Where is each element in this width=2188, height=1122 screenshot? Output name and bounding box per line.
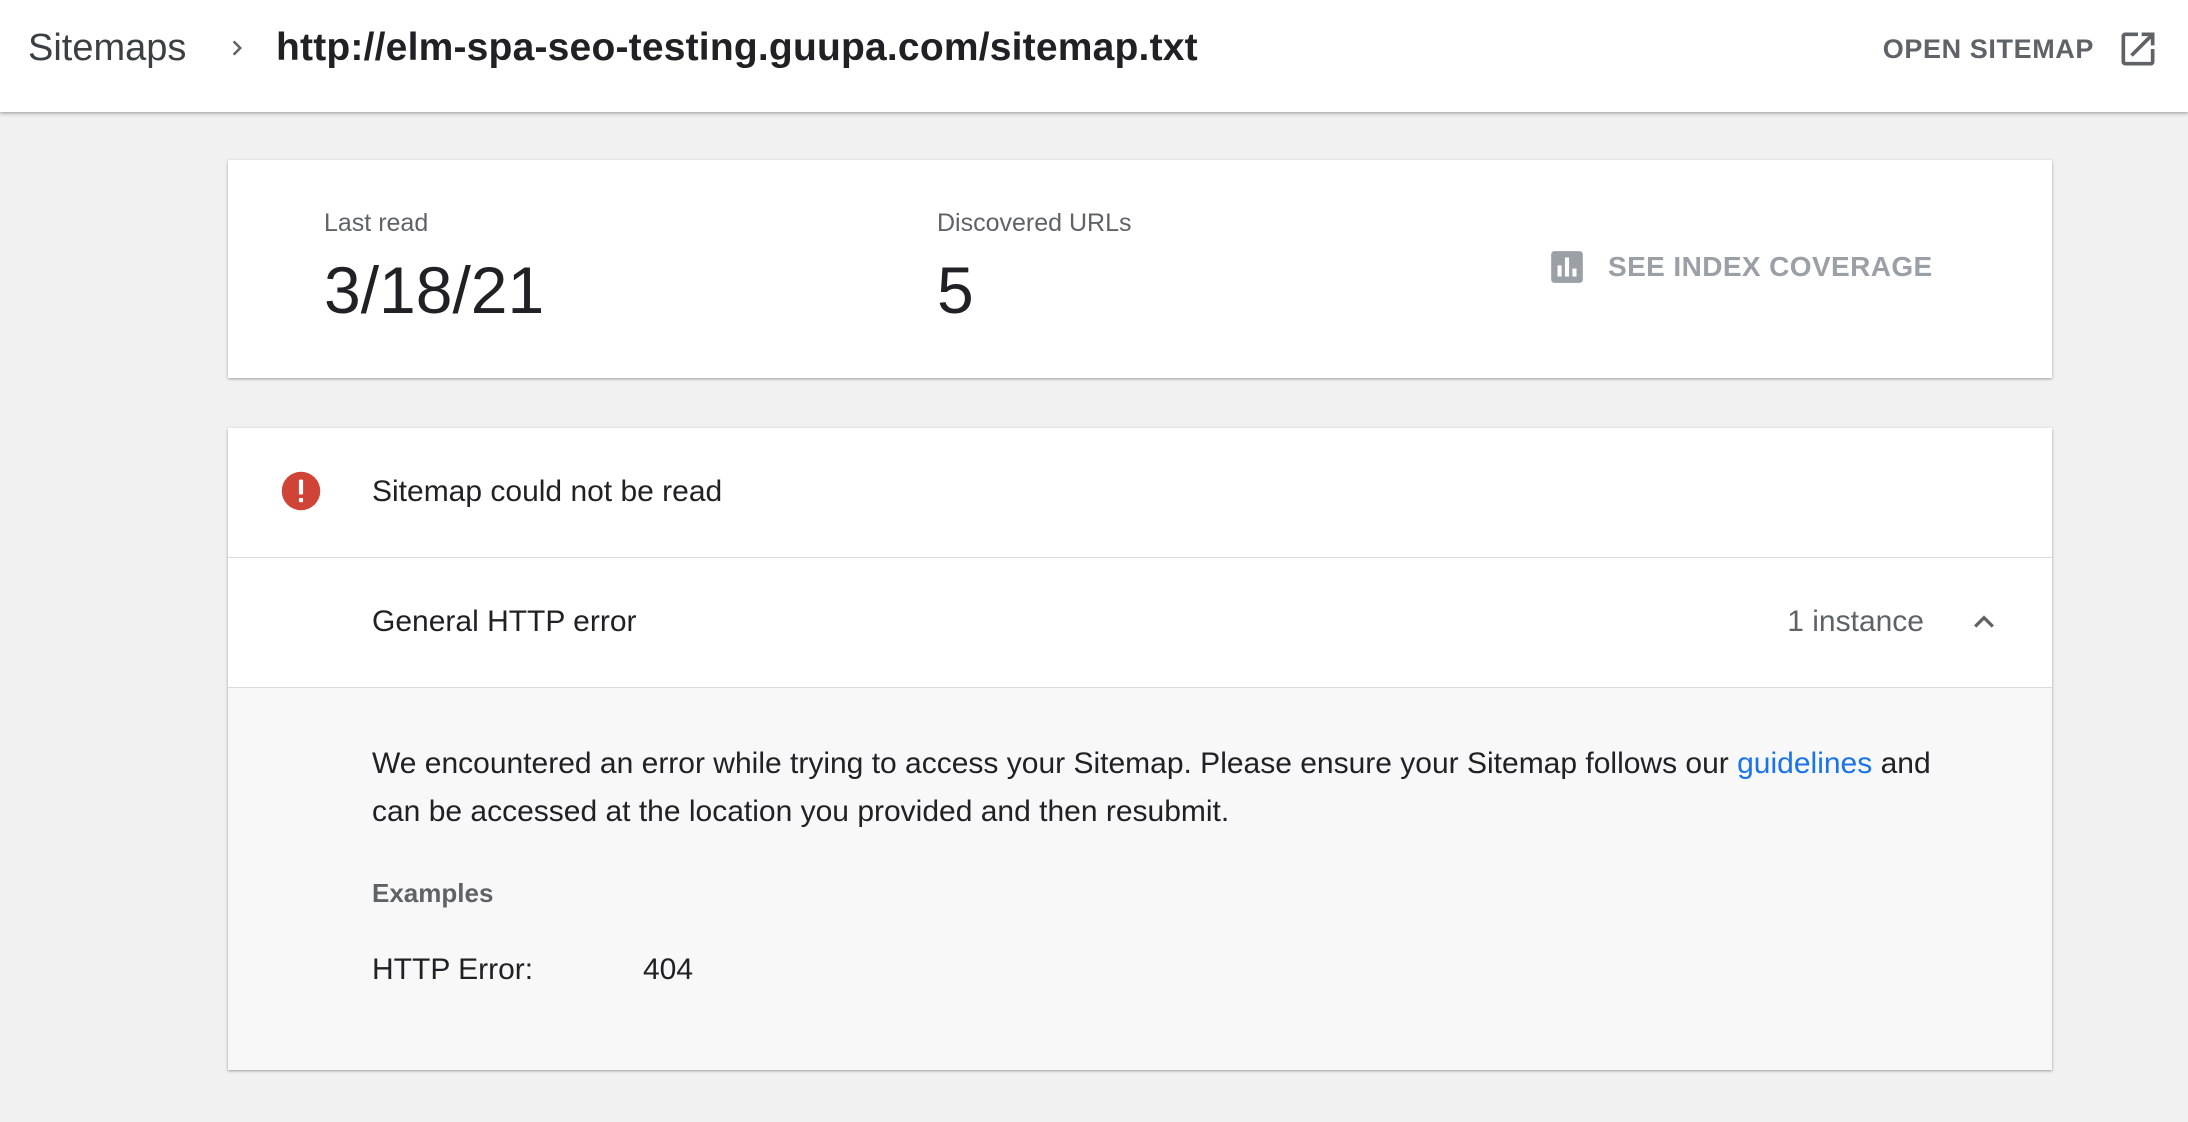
- issue-row-general-http-error[interactable]: General HTTP error 1 instance: [228, 558, 2052, 688]
- chevron-up-icon[interactable]: [1964, 602, 2004, 642]
- breadcrumb-sitemaps[interactable]: Sitemaps: [28, 26, 186, 70]
- issue-description-part-1: We encountered an error while trying to …: [372, 747, 1738, 780]
- see-index-coverage-label: SEE INDEX COVERAGE: [1608, 251, 1933, 282]
- error-icon: [281, 471, 321, 511]
- error-status-title: Sitemap could not be read: [372, 475, 723, 508]
- last-read-label: Last read: [324, 209, 429, 237]
- error-status-header: Sitemap could not be read: [228, 428, 2052, 558]
- open-sitemap-label: OPEN SITEMAP: [1882, 33, 2094, 64]
- example-key: HTTP Error:: [372, 953, 534, 986]
- discovered-urls-value: 5: [937, 253, 974, 327]
- open-in-new-icon: [2121, 32, 2155, 66]
- chevron-right-icon: [232, 40, 242, 56]
- breadcrumb-current-sitemap: http://elm-spa-seo-testing.guupa.com/sit…: [276, 26, 1198, 69]
- discovered-urls-label: Discovered URLs: [937, 209, 1132, 237]
- issue-instance-count: 1 instance: [1787, 605, 1924, 638]
- last-read-stat: Last read 3/18/21: [324, 206, 544, 332]
- open-sitemap-button[interactable]: OPEN SITEMAP: [1883, 26, 2160, 72]
- guidelines-link[interactable]: guidelines: [1737, 747, 1872, 780]
- examples-heading: Examples: [372, 878, 494, 908]
- top-app-bar: Sitemaps http://elm-spa-seo-testing.guup…: [0, 0, 2188, 112]
- issue-name: General HTTP error: [372, 605, 637, 638]
- issue-description: We encountered an error while trying to …: [372, 740, 1982, 836]
- bar-chart-icon: [1551, 251, 1583, 283]
- example-value: 404: [643, 953, 694, 986]
- sitemap-summary-card: Last read 3/18/21 Discovered URLs 5 SEE …: [228, 160, 2052, 378]
- discovered-urls-stat: Discovered URLs 5: [937, 206, 1132, 332]
- issue-detail-panel: We encountered an error while trying to …: [228, 688, 2052, 1070]
- sitemap-errors-card: Sitemap could not be read General HTTP e…: [228, 428, 2052, 1070]
- last-read-value: 3/18/21: [324, 253, 545, 327]
- see-index-coverage-button[interactable]: SEE INDEX COVERAGE: [1548, 248, 1933, 286]
